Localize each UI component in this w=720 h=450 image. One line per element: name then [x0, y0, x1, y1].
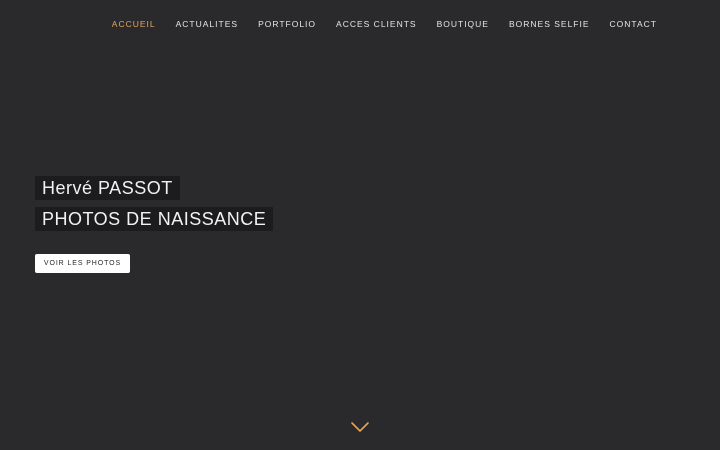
- nav-item-actualites[interactable]: ACTUALITES: [176, 17, 238, 31]
- scroll-down-button[interactable]: [350, 420, 370, 434]
- nav-item-accueil[interactable]: ACCUEIL: [112, 17, 156, 31]
- view-photos-button[interactable]: VOIR LES PHOTOS: [35, 254, 130, 273]
- chevron-down-icon: [351, 422, 369, 432]
- hero-title-name: Hervé PASSOT: [35, 176, 180, 200]
- hero-title-block: Hervé PASSOT PHOTOS DE NAISSANCE: [35, 176, 274, 231]
- hero-section: ACCUEIL ACTUALITES PORTFOLIO ACCES CLIEN…: [0, 0, 720, 450]
- nav-item-portfolio[interactable]: PORTFOLIO: [258, 17, 316, 31]
- nav-item-acces-clients[interactable]: ACCES CLIENTS: [336, 17, 417, 31]
- main-nav: ACCUEIL ACTUALITES PORTFOLIO ACCES CLIEN…: [92, 17, 657, 31]
- nav-item-bornes-selfie[interactable]: BORNES SELFIE: [509, 17, 590, 31]
- nav-item-contact[interactable]: CONTACT: [610, 17, 657, 31]
- nav-item-boutique[interactable]: BOUTIQUE: [437, 17, 489, 31]
- hero-title-subtitle: PHOTOS DE NAISSANCE: [35, 207, 274, 231]
